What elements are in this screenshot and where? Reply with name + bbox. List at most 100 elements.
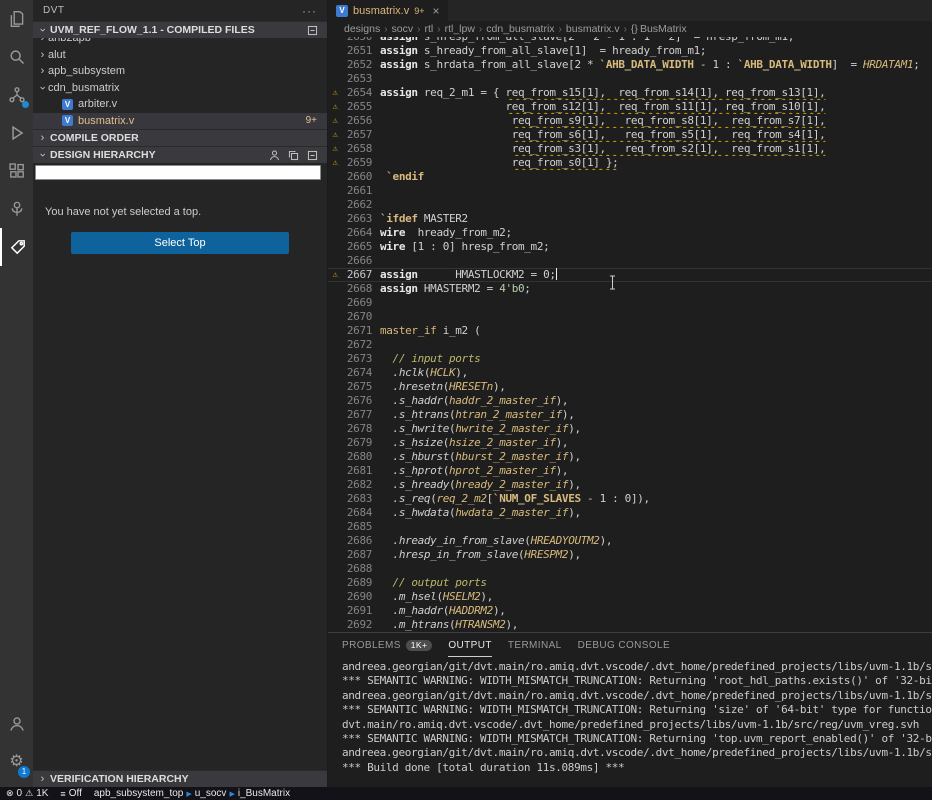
line-text [372,296,932,310]
mode-status-item[interactable]: ≡ Off [60,788,81,799]
code-line-2677[interactable]: 2677 .s_htrans(htran_2_master_if), [328,408,932,422]
select-top-button[interactable]: Select Top [71,232,289,254]
collapse-all-icon[interactable] [306,24,319,37]
section-header-verification-hierarchy[interactable]: › VERIFICATION HIERARCHY [33,770,327,787]
code-line-2684[interactable]: 2684 .s_hwdata(hwdata_2_master_if), [328,506,932,520]
tree-item-ahb2apb[interactable]: ›ahb2apb [33,38,327,47]
problems-status-item[interactable]: ⊗ 0 ⚠ 1K [6,788,48,799]
chevron-right-icon[interactable]: › [37,65,48,77]
code-line-2680[interactable]: 2680 .s_hburst(hburst_2_master_if), [328,450,932,464]
tree-item-busmatrix.v[interactable]: Vbusmatrix.v9+ [33,113,327,130]
file-tree[interactable]: ›ahb2apb›alut›apb_subsystem›cdn_busmatri… [33,38,327,129]
collapse-all-icon[interactable] [306,149,319,162]
chevron-down-icon[interactable]: › [37,82,49,93]
code-line-2683[interactable]: 2683 .s_req(req_2_m2[`NUM_OF_SLAVES - 1 … [328,492,932,506]
code-line-2652[interactable]: 2652assign s_hrdata_from_all_slave[2 * `… [328,58,932,72]
code-line-2688[interactable]: 2688 [328,562,932,576]
breadcrumb-item-busmatrix.v[interactable]: busmatrix.v [566,23,620,35]
code-line-2658[interactable]: ⚠2658 req_from_s3[1], req_from_s2[1], re… [328,142,932,156]
tree-item-alut[interactable]: ›alut [33,47,327,64]
code-line-2667[interactable]: ⚠2667assign HMASTLOCKM2 = 0; [328,268,932,282]
code-line-2657[interactable]: ⚠2657 req_from_s6[1], req_from_s5[1], re… [328,128,932,142]
code-line-2674[interactable]: 2674 .hclk(HCLK), [328,366,932,380]
panel-tab-problems[interactable]: PROBLEMS1K+ [342,633,432,657]
source-control-icon[interactable] [0,76,33,114]
run-debug-icon[interactable] [0,114,33,152]
account-icon[interactable] [0,705,33,743]
code-line-2655[interactable]: ⚠2655 req_from_s12[1], req_from_s11[1], … [328,100,932,114]
code-line-2651[interactable]: 2651assign s_hready_from_all_slave[1] = … [328,44,932,58]
code-line-2660[interactable]: 2660 `endif [328,170,932,184]
code-line-2682[interactable]: 2682 .s_hready(hready_2_master_if), [328,478,932,492]
code-line-2686[interactable]: 2686 .hready_in_from_slave(HREADYOUTM2), [328,534,932,548]
code-line-2659[interactable]: ⚠2659 req_from_s0[1] }; [328,156,932,170]
breadcrumb-item-BusMatrix[interactable]: {}BusMatrix [631,23,687,35]
code-line-2669[interactable]: 2669 [328,296,932,310]
panel-tab-terminal[interactable]: TERMINAL [508,633,562,657]
code-line-2689[interactable]: 2689 // output ports [328,576,932,590]
code-line-2663[interactable]: 2663`ifdef MASTER2 [328,212,932,226]
output-console[interactable]: andreea.georgian/git/dvt.main/ro.amiq.dv… [328,657,932,787]
tree-item-cdn_busmatrix[interactable]: ›cdn_busmatrix [33,80,327,97]
code-line-2670[interactable]: 2670 [328,310,932,324]
code-token: assign [380,86,418,99]
code-line-2671[interactable]: 2671master_if i_m2 ( [328,324,932,338]
chevron-right-icon[interactable]: › [37,49,48,61]
copy-icon[interactable] [287,149,300,162]
dvt-icon[interactable] [0,228,33,266]
line-text: .m_hsel(HSELM2), [372,590,932,604]
code-line-2650[interactable]: 2650assign s_hresp_from_all_slave[2 * 2 … [328,37,932,44]
breadcrumb-item-socv[interactable]: socv [392,23,414,35]
code-line-2673[interactable]: 2673 // input ports [328,352,932,366]
hierarchy-node-apb_subsystem_top[interactable]: apb_subsystem_top [94,788,184,799]
chevron-right-icon[interactable]: › [37,38,48,44]
code-line-2662[interactable]: 2662 [328,198,932,212]
code-line-2685[interactable]: 2685 [328,520,932,534]
code-line-2675[interactable]: 2675 .hresetn(HRESETn), [328,380,932,394]
design-hierarchy-filter-input[interactable] [35,165,321,180]
code-line-2676[interactable]: 2676 .s_haddr(haddr_2_master_if), [328,394,932,408]
select-top-person-icon[interactable] [268,149,281,162]
panel-tab-debug-console[interactable]: DEBUG CONSOLE [578,633,670,657]
hierarchy-node-u_socv[interactable]: u_socv [195,788,227,799]
hierarchy-node-i_BusMatrix[interactable]: i_BusMatrix [238,788,290,799]
panel-tab-output[interactable]: OUTPUT [448,633,492,657]
code-line-2665[interactable]: 2665wire [1 : 0] hresp_from_m2; [328,240,932,254]
tab-busmatrix[interactable]: V busmatrix.v 9+ × [328,0,448,21]
design-hierarchy-path[interactable]: apb_subsystem_top▶u_socv▶i_BusMatrix [94,788,290,799]
search-icon[interactable] [0,38,33,76]
code-line-2653[interactable]: 2653 [328,72,932,86]
explorer-icon[interactable] [0,0,33,38]
breadcrumb-item-rtl[interactable]: rtl [424,23,433,35]
breadcrumb-item-designs[interactable]: designs [344,23,380,35]
code-line-2681[interactable]: 2681 .s_hprot(hprot_2_master_if), [328,464,932,478]
code-line-2690[interactable]: 2690 .m_hsel(HSELM2), [328,590,932,604]
code-line-2679[interactable]: 2679 .s_hsize(hsize_2_master_if), [328,436,932,450]
code-line-2656[interactable]: ⚠2656 req_from_s9[1], req_from_s8[1], re… [328,114,932,128]
settings-gear-icon[interactable]: ⚙1 [0,743,33,781]
breadcrumb-item-cdn_busmatrix[interactable]: cdn_busmatrix [486,23,554,35]
code-line-2678[interactable]: 2678 .s_hwrite(hwrite_2_master_if), [328,422,932,436]
close-icon[interactable]: × [433,4,440,18]
code-line-2654[interactable]: ⚠2654assign req_2_m1 = { req_from_s15[1]… [328,86,932,100]
test-hierarchy-icon[interactable] [0,190,33,228]
code-line-2661[interactable]: 2661 [328,184,932,198]
design-hierarchy-header-label: DESIGN HIERARCHY [50,149,156,161]
code-line-2664[interactable]: 2664wire hready_from_m2; [328,226,932,240]
section-header-compiled-files[interactable]: › UVM_REF_FLOW_1.1 - COMPILED FILES [33,21,327,38]
tree-item-arbiter.v[interactable]: Varbiter.v [33,96,327,113]
code-line-2672[interactable]: 2672 [328,338,932,352]
extensions-icon[interactable] [0,152,33,190]
code-line-2692[interactable]: 2692 .m_htrans(HTRANSM2), [328,618,932,632]
tree-item-apb_subsystem[interactable]: ›apb_subsystem [33,63,327,80]
section-header-design-hierarchy[interactable]: › DESIGN HIERARCHY [33,146,327,163]
code-line-2668[interactable]: 2668assign HMASTERM2 = 4'b0; [328,282,932,296]
more-actions-icon[interactable]: ··· [302,4,317,18]
code-editor[interactable]: 2650assign s_hresp_from_all_slave[2 * 2 … [328,37,932,632]
line-text [372,198,932,212]
breadcrumb-item-rtl_lpw[interactable]: rtl_lpw [445,23,475,35]
code-line-2687[interactable]: 2687 .hresp_in_from_slave(HRESPM2), [328,548,932,562]
section-header-compile-order[interactable]: › COMPILE ORDER [33,129,327,146]
code-line-2666[interactable]: 2666 [328,254,932,268]
code-line-2691[interactable]: 2691 .m_haddr(HADDRM2), [328,604,932,618]
